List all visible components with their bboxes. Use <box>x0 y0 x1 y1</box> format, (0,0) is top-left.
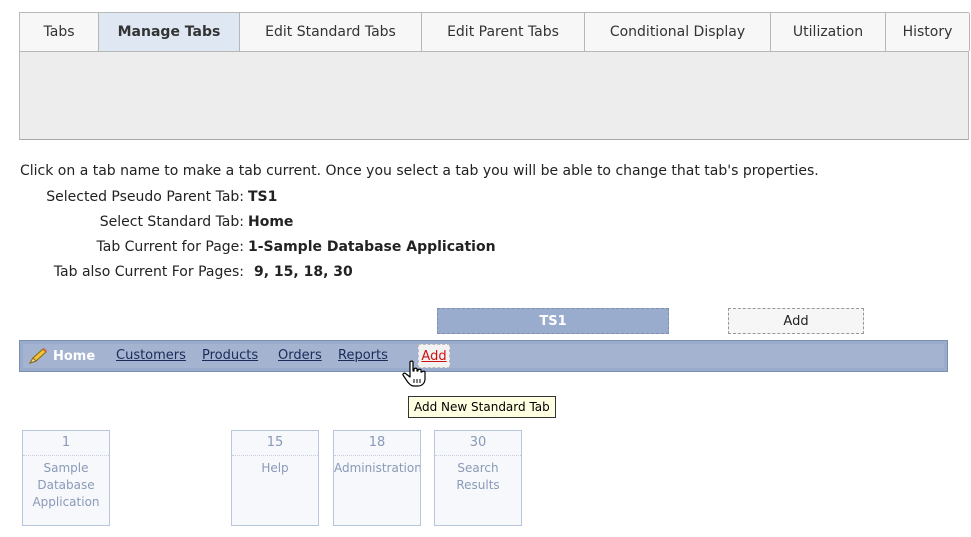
tab-tabs[interactable]: Tabs <box>20 13 99 51</box>
pencil-icon <box>27 347 49 365</box>
standard-tab-home[interactable]: Home <box>27 344 95 368</box>
selected-standard-tab-row: Select Standard Tab: Home <box>0 214 294 230</box>
parent-tab-ts1[interactable]: TS1 <box>437 308 669 334</box>
tab-also-current-row: Tab also Current For Pages: 9, 15, 18, 30 <box>0 264 353 280</box>
page-name: Sample Database Application <box>32 461 100 509</box>
page-name: Search Results <box>456 461 500 492</box>
tab-bar: Tabs Manage Tabs Edit Standard Tabs Edit… <box>20 13 970 51</box>
tab-conditional-display[interactable]: Conditional Display <box>585 13 771 51</box>
page-box-30[interactable]: 30 Search Results <box>434 430 522 526</box>
tab-also-current-label: Tab also Current For Pages: <box>53 264 244 280</box>
tab-edit-parent-tabs[interactable]: Edit Parent Tabs <box>422 13 585 51</box>
page-name: Administration <box>334 461 421 475</box>
tab-bar-divider <box>20 51 968 52</box>
standard-tab-customers[interactable]: Customers <box>116 348 186 363</box>
intro-text: Click on a tab name to make a tab curren… <box>20 163 819 179</box>
page-number: 30 <box>435 431 521 456</box>
tab-edit-standard-tabs[interactable]: Edit Standard Tabs <box>240 13 422 51</box>
tab-current-page-value: 1-Sample Database Application <box>248 239 496 255</box>
standard-tab-bar: Home Customers Products Orders Reports A… <box>19 340 948 372</box>
tab-history[interactable]: History <box>886 13 970 51</box>
page-box-18[interactable]: 18 Administration <box>333 430 421 526</box>
standard-tab-orders[interactable]: Orders <box>278 348 322 363</box>
hand-pointer-icon <box>402 360 428 392</box>
page-box-1[interactable]: 1 Sample Database Application <box>22 430 110 526</box>
tab-manage-tabs[interactable]: Manage Tabs <box>99 13 240 51</box>
selected-parent-tab-row: Selected Pseudo Parent Tab: TS1 <box>0 189 277 205</box>
page-number: 1 <box>23 431 109 456</box>
page-number: 15 <box>232 431 318 456</box>
tab-also-current-value: 9, 15, 18, 30 <box>254 264 353 280</box>
page-box-15[interactable]: 15 Help <box>231 430 319 526</box>
tab-panel: Tabs Manage Tabs Edit Standard Tabs Edit… <box>19 12 970 140</box>
tab-utilization[interactable]: Utilization <box>771 13 886 51</box>
selected-standard-tab-value: Home <box>248 214 294 230</box>
standard-tab-reports[interactable]: Reports <box>338 348 388 363</box>
page-name: Help <box>261 461 289 475</box>
selected-standard-tab-label: Select Standard Tab: <box>99 214 244 230</box>
tab-current-page-label: Tab Current for Page: <box>96 239 245 255</box>
standard-tab-home-label: Home <box>53 348 96 364</box>
standard-tab-products[interactable]: Products <box>202 348 258 363</box>
selected-parent-tab-value: TS1 <box>248 189 278 205</box>
add-standard-tab-tooltip: Add New Standard Tab <box>408 396 556 418</box>
tab-current-page-row: Tab Current for Page: 1-Sample Database A… <box>0 239 496 255</box>
add-parent-tab-button[interactable]: Add <box>728 308 864 334</box>
page-number: 18 <box>334 431 420 456</box>
selected-parent-tab-label: Selected Pseudo Parent Tab: <box>46 189 244 205</box>
